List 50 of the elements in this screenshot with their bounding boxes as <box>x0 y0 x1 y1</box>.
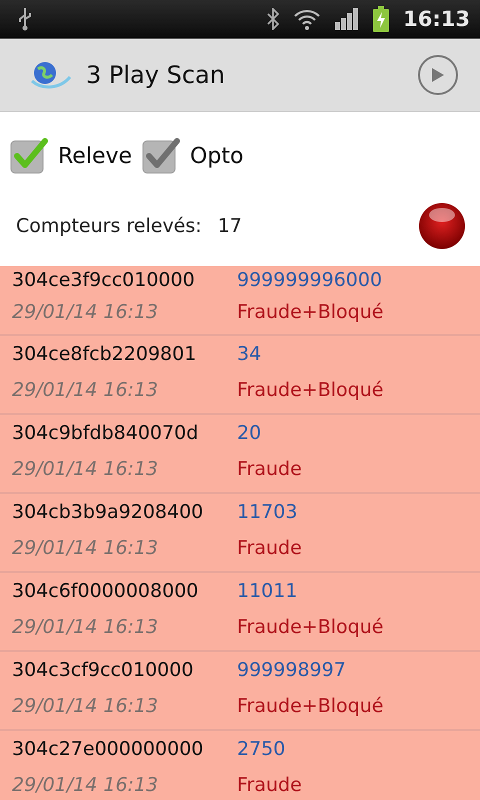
reading-date: 29/01/14 16:13 <box>12 537 160 559</box>
reading-date: 29/01/14 16:13 <box>12 616 160 638</box>
counter-value: 17 <box>218 215 243 237</box>
reading-row[interactable]: 304c6f0000008000 11011 29/01/14 16:13 Fraude+Bloqué <box>0 573 480 652</box>
reading-status: Fraude+Bloqué <box>237 695 384 717</box>
reading-date: 29/01/14 16:13 <box>12 379 160 401</box>
meter-id: 304cb3b9a9208400 <box>12 501 204 523</box>
reading-date: 29/01/14 16:13 <box>12 301 160 323</box>
signal-icon <box>335 8 360 30</box>
meter-id: 304c6f0000008000 <box>12 580 200 602</box>
wifi-icon <box>293 8 322 30</box>
reading-date: 29/01/14 16:13 <box>12 774 160 796</box>
play-icon <box>431 67 445 83</box>
reading-row[interactable]: 304ce3f9cc010000 999999996000 29/01/14 16:13 Fraude+Bloqué <box>0 266 480 336</box>
reading-row[interactable]: 304c3cf9cc010000 999998997 29/01/14 16:13 Fraude+Bloqué <box>0 652 480 731</box>
play-button[interactable] <box>418 55 458 95</box>
meter-id: 304ce3f9cc010000 <box>12 269 196 291</box>
reading-row[interactable]: 304cb3b9a9208400 11703 29/01/14 16:13 Fraude <box>0 494 480 573</box>
meter-id: 304ce8fcb2209801 <box>12 343 198 365</box>
bluetooth-icon <box>267 8 280 30</box>
reading-status: Fraude+Bloqué <box>237 301 384 323</box>
reading-date: 29/01/14 16:13 <box>12 458 160 480</box>
reading-row[interactable]: 304ce8fcb2209801 34 29/01/14 16:13 Fraude+Bloqué <box>0 336 480 415</box>
reading-status: Fraude+Bloqué <box>237 616 384 638</box>
counter-label: Compteurs relevés: <box>16 215 202 237</box>
meter-value: 11703 <box>237 501 298 523</box>
meter-value: 999998997 <box>237 659 347 681</box>
meter-id: 304c27e000000000 <box>12 738 204 760</box>
reading-status: Fraude <box>237 458 303 480</box>
clock-time: 16:13 <box>403 7 470 31</box>
checkbox[interactable] <box>10 138 50 174</box>
meter-value: 999999996000 <box>237 269 384 291</box>
globe-icon <box>30 59 72 91</box>
reading-row[interactable]: 304c9bfdb840070d 20 29/01/14 16:13 Fraude <box>0 415 480 494</box>
meter-id: 304c3cf9cc010000 <box>12 659 194 681</box>
reading-status: Fraude <box>237 537 303 559</box>
reading-status: Fraude <box>237 774 303 796</box>
meter-value: 34 <box>237 343 262 365</box>
reading-row[interactable]: 304c27e000000000 2750 29/01/14 16:13 Fraude <box>0 731 480 800</box>
reading-status: Fraude+Bloqué <box>237 379 384 401</box>
usb-icon <box>18 7 32 31</box>
battery-charging-icon <box>373 6 390 32</box>
meter-value: 2750 <box>237 738 286 760</box>
status-light-icon <box>418 202 466 250</box>
app-title: 3 Play Scan <box>86 61 226 89</box>
reading-date: 29/01/14 16:13 <box>12 695 160 717</box>
checkbox-label[interactable]: Releve <box>58 144 132 168</box>
meter-value: 20 <box>237 422 262 444</box>
meter-id: 304c9bfdb840070d <box>12 422 200 444</box>
meter-value: 11011 <box>237 580 298 602</box>
